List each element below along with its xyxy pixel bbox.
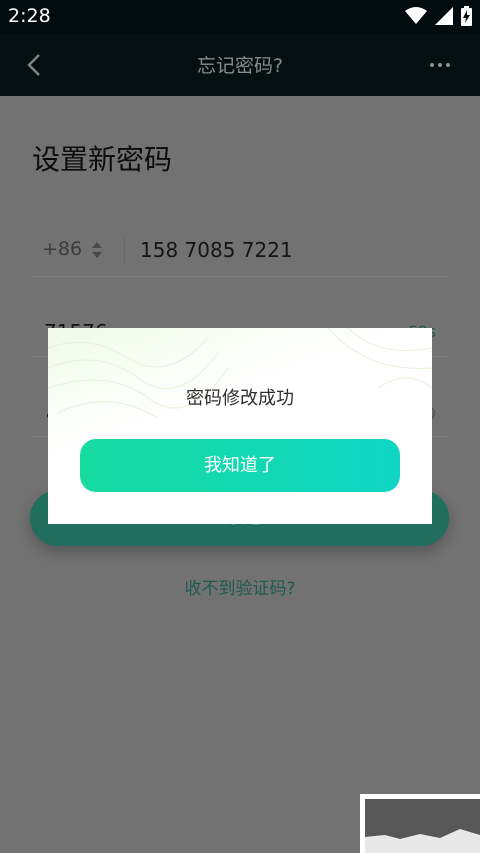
signal-icon: [435, 7, 453, 25]
sort-arrows-icon: [92, 242, 102, 258]
battery-icon: [461, 6, 472, 26]
screenshot-thumbnail[interactable]: [360, 794, 480, 853]
wifi-icon: [405, 7, 427, 24]
more-dot: [446, 63, 450, 67]
status-time: 2:28: [8, 5, 51, 27]
phone-input[interactable]: 158 7085 7221: [140, 238, 293, 262]
more-menu-icon[interactable]: [430, 63, 450, 67]
no-code-link[interactable]: 收不到验证码?: [0, 574, 480, 599]
acknowledge-button[interactable]: 我知道了: [80, 439, 400, 492]
country-code-selector[interactable]: +86: [42, 238, 82, 260]
thumbnail-image: [365, 799, 480, 853]
dialog-message: 密码修改成功: [186, 388, 294, 409]
form-heading: 设置新密码: [32, 143, 173, 176]
vertical-divider: [124, 238, 125, 264]
phone-row: +86 158 7085 7221: [32, 224, 448, 277]
more-dot: [438, 63, 442, 67]
more-dot: [430, 63, 434, 67]
success-dialog: 密码修改成功 我知道了: [48, 328, 432, 524]
page-title: 忘记密码?: [196, 55, 284, 77]
app-bar: 忘记密码?: [0, 34, 480, 96]
thumbnail-preview-graphic: [365, 799, 480, 853]
status-icons: [405, 6, 472, 26]
status-bar: 2:28: [0, 0, 480, 34]
